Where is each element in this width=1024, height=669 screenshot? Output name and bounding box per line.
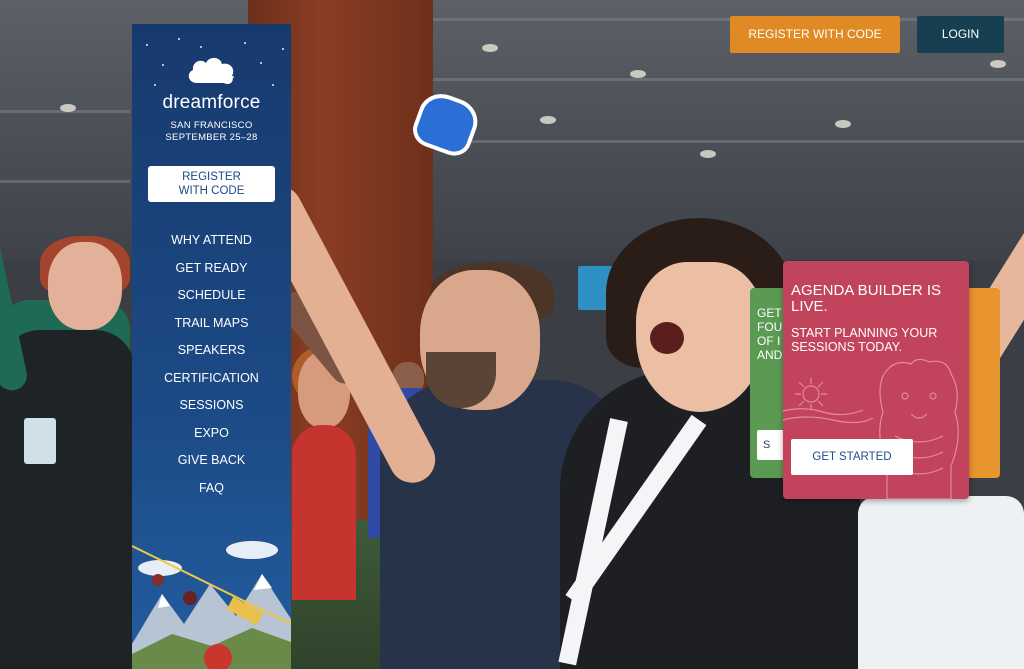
sidebar-register-line2: WITH CODE	[178, 185, 245, 197]
mountain-illustration	[132, 541, 291, 669]
star	[146, 44, 148, 46]
sidebar-nav: WHY ATTEND GET READY SCHEDULE TRAIL MAPS…	[132, 230, 291, 505]
ceiling-light	[630, 70, 646, 78]
bear-illustration	[783, 358, 959, 499]
ceiling-light	[482, 44, 498, 52]
star	[200, 46, 202, 48]
sidebar-register-line1: REGISTER	[182, 171, 241, 183]
ceiling-light	[540, 116, 556, 124]
nav-item-faq[interactable]: FAQ	[132, 478, 291, 506]
star	[154, 84, 156, 86]
attendee-mouth	[650, 322, 684, 354]
star	[272, 84, 274, 86]
nav-item-speakers[interactable]: SPEAKERS	[132, 340, 291, 368]
promo-card-back-text: GET FOU OF I AND	[757, 306, 783, 362]
star	[162, 64, 164, 66]
nav-item-schedule[interactable]: SCHEDULE	[132, 285, 291, 313]
chair	[858, 496, 1024, 669]
ceiling-light	[835, 120, 851, 128]
sidebar: dreamforce SAN FRANCISCO SEPTEMBER 25–28…	[132, 24, 291, 669]
ceiling-light	[700, 150, 716, 158]
nav-item-get-ready[interactable]: GET READY	[132, 258, 291, 286]
ceiling-light	[990, 60, 1006, 68]
attendee-head	[48, 242, 122, 330]
nav-item-trail-maps[interactable]: TRAIL MAPS	[132, 313, 291, 341]
star	[260, 62, 262, 64]
event-city: SAN FRANCISCO	[170, 120, 253, 131]
star	[178, 38, 180, 40]
nav-item-why-attend[interactable]: WHY ATTEND	[132, 230, 291, 258]
attendee-badge	[24, 418, 56, 464]
sidebar-register-button[interactable]: REGISTER WITH CODE	[148, 166, 275, 202]
star	[244, 42, 246, 44]
promo-card-title: AGENDA BUILDER IS LIVE.	[791, 282, 942, 315]
logo-text: dreamforce	[162, 92, 261, 113]
truss	[430, 78, 1024, 81]
sun-icon	[802, 385, 820, 403]
truss	[430, 140, 1024, 143]
register-with-code-button[interactable]: REGISTER WITH CODE	[730, 16, 900, 53]
promo-card-agenda-builder: AGENDA BUILDER IS LIVE. START PLANNING Y…	[783, 261, 969, 499]
promo-card-subtitle: START PLANNING YOUR SESSIONS TODAY.	[791, 326, 938, 354]
star	[282, 48, 284, 50]
nav-item-sessions[interactable]: SESSIONS	[132, 395, 291, 423]
salesforce-cloud-icon	[188, 57, 234, 85]
event-dates: SEPTEMBER 25–28	[165, 132, 258, 143]
nav-item-certification[interactable]: CERTIFICATION	[132, 368, 291, 396]
nav-item-expo[interactable]: EXPO	[132, 423, 291, 451]
attendee-body	[292, 425, 356, 600]
get-started-button[interactable]: GET STARTED	[791, 439, 913, 475]
login-button[interactable]: LOGIN	[917, 16, 1004, 53]
ceiling-light	[60, 104, 76, 112]
truss	[0, 180, 130, 183]
nav-item-give-back[interactable]: GIVE BACK	[132, 450, 291, 478]
